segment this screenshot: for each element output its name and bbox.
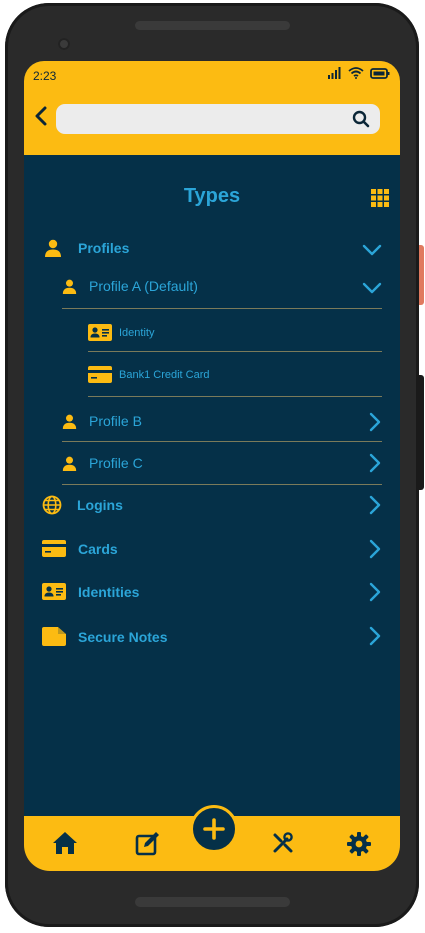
person-icon [62, 414, 77, 429]
chevron-right-icon[interactable] [369, 539, 381, 559]
chevron-down-icon[interactable] [362, 244, 382, 256]
id-card-icon [88, 324, 112, 341]
status-time: 2:23 [33, 69, 57, 83]
search-input[interactable] [56, 104, 356, 134]
divider [62, 484, 382, 485]
tree-item-logins[interactable]: Logins [42, 495, 123, 515]
chevron-right-icon[interactable] [369, 626, 381, 646]
tree-item-label: Profile C [89, 455, 143, 471]
divider [62, 308, 382, 309]
status-icons [328, 67, 390, 79]
person-icon [62, 456, 77, 471]
camera [58, 38, 70, 50]
tree-item-label: Profiles [78, 240, 130, 256]
header-bar: 2:23 [24, 61, 400, 155]
tree-item-label: Logins [77, 497, 123, 513]
grid-icon[interactable] [371, 189, 389, 207]
home-icon[interactable] [52, 831, 78, 855]
tree-item-identities[interactable]: Identities [42, 583, 139, 600]
person-icon [62, 279, 77, 294]
note-icon [42, 627, 66, 646]
app-screen: 2:23 Types Profiles Profile A (Default) … [24, 61, 400, 871]
tree-item-identity[interactable]: Identity [88, 324, 154, 341]
tree-item-profile-b[interactable]: Profile B [62, 413, 142, 429]
tree-item-label: Bank1 Credit Card [119, 368, 210, 381]
speaker [135, 897, 290, 907]
divider [62, 441, 382, 442]
search-icon[interactable] [352, 110, 370, 128]
tools-icon[interactable] [271, 831, 295, 855]
chevron-right-icon[interactable] [369, 453, 381, 473]
tree-item-label: Profile B [89, 413, 142, 429]
wifi-icon [348, 67, 364, 79]
speaker [135, 21, 290, 30]
chevron-right-icon[interactable] [369, 582, 381, 602]
tree-item-profile-c[interactable]: Profile C [62, 455, 143, 471]
tree-item-profile-a[interactable]: Profile A (Default) [62, 278, 198, 294]
person-icon [45, 239, 61, 257]
tree-item-label: Cards [78, 540, 118, 557]
divider [88, 396, 382, 397]
chevron-right-icon[interactable] [369, 495, 381, 515]
back-button[interactable] [31, 105, 51, 127]
divider [88, 351, 382, 352]
globe-icon [42, 495, 62, 515]
chevron-left-icon [35, 106, 47, 126]
tree-item-secure-notes[interactable]: Secure Notes [42, 627, 167, 646]
chevron-down-icon[interactable] [362, 282, 382, 294]
battery-icon [370, 67, 390, 79]
search-bar [56, 104, 380, 134]
page-title: Types [183, 185, 241, 207]
plus-icon [203, 818, 225, 840]
tree-item-profiles[interactable]: Profiles [44, 239, 129, 257]
side-button [419, 375, 424, 490]
signal-icon [328, 67, 341, 79]
add-button[interactable] [190, 805, 238, 853]
tree-item-credit-card[interactable]: Bank1 Credit Card [88, 366, 210, 383]
credit-card-icon [88, 366, 112, 383]
tree-item-label: Identity [119, 326, 155, 339]
tree-item-cards[interactable]: Cards [42, 540, 118, 557]
edit-icon[interactable] [135, 831, 161, 857]
tree-item-label: Secure Notes [78, 628, 168, 645]
tree-item-label: Profile A (Default) [89, 278, 198, 294]
side-button [419, 245, 424, 305]
gear-icon[interactable] [346, 831, 372, 857]
tree-item-label: Identities [78, 583, 140, 600]
chevron-right-icon[interactable] [369, 412, 381, 432]
credit-card-icon [42, 540, 66, 557]
id-card-icon [42, 583, 66, 600]
